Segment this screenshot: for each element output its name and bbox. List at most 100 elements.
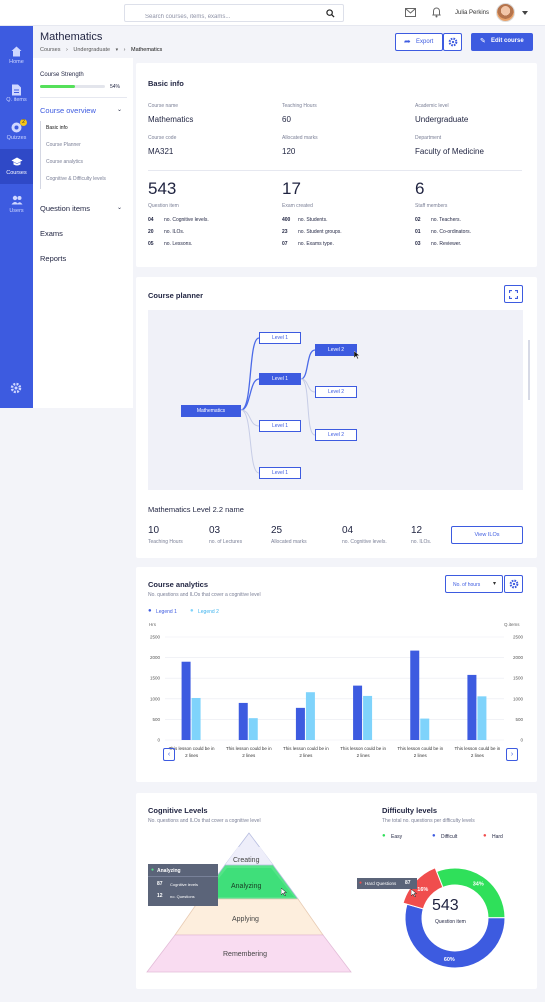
x-tick-label: 2 lines	[242, 753, 256, 758]
card-title: Basic info	[148, 79, 184, 88]
document-icon	[12, 84, 21, 96]
export-button[interactable]: ➦ Export	[395, 33, 443, 51]
sidebar-settings[interactable]	[0, 376, 33, 409]
sidebar-item-home[interactable]: Home	[0, 38, 33, 71]
bar-2	[420, 718, 430, 740]
legend-label[interactable]: Easy	[391, 834, 402, 840]
planner-canvas[interactable]: Mathematics Level 1 Level 1 Level 1 Leve…	[148, 310, 530, 490]
chevron-down-icon[interactable]: ▾	[116, 47, 119, 53]
y-tick-label-right: 0	[520, 738, 523, 743]
breadcrumb-item[interactable]: Courses	[40, 47, 60, 53]
planner-node[interactable]: Level 1	[259, 420, 301, 432]
chart-prev-button[interactable]: ‹	[163, 748, 175, 761]
edit-course-button[interactable]: ✎ Edit course	[471, 33, 533, 51]
analytics-settings-button[interactable]	[504, 575, 523, 593]
planner-node-active[interactable]: Level 1	[259, 373, 301, 385]
field-label: Course name	[148, 103, 179, 109]
planner-node-selected[interactable]: Level 2	[315, 344, 357, 356]
hours-dropdown[interactable]: No. of hours ▾	[445, 575, 503, 593]
bar-2	[477, 696, 487, 740]
user-name[interactable]: Julia Perkins	[455, 10, 489, 16]
nav-reports[interactable]: Reports	[40, 254, 66, 263]
planner-node[interactable]: Level 1	[259, 467, 301, 479]
legend-label[interactable]: Hard	[492, 834, 503, 840]
course-planner-card: Course planner Mathematics Level 1 Level…	[136, 277, 537, 558]
bell-icon[interactable]	[432, 7, 441, 18]
sidebar-item-label: Courses	[6, 170, 27, 176]
overview-item-basic-info[interactable]: Basic info	[46, 125, 68, 131]
legend-dot: ●	[190, 608, 194, 614]
chevron-down-icon[interactable]: ⌄	[117, 106, 122, 113]
y-tick-label-left: 2500	[150, 635, 161, 640]
view-ilos-button[interactable]: View ILOs	[451, 526, 523, 544]
planner-node-root[interactable]: Mathematics	[181, 405, 241, 417]
sidebar: Home Q. items 2 Quizzes Courses Users	[0, 26, 33, 408]
top-bar: Julia Perkins	[0, 0, 545, 26]
field-label: Allocated marks	[282, 135, 318, 141]
settings-button[interactable]	[443, 33, 462, 51]
field-value: 60	[282, 115, 291, 124]
breadcrumb-item[interactable]: Undergraduate	[73, 47, 110, 53]
x-tick-label: This lesson could be in	[283, 746, 329, 751]
breadcrumb: Courses › Undergraduate ▾ › Mathematics	[40, 47, 162, 53]
stat-staff: 6 Staff members 02 no. Teachers. 01 no. Co…	[415, 179, 472, 247]
planner-node[interactable]: Level 2	[315, 429, 357, 441]
y-tick-label-left: 500	[152, 717, 160, 722]
sidebar-item-users[interactable]: Users	[0, 187, 33, 220]
legend-dot: ●	[148, 608, 152, 614]
planner-node[interactable]: Level 2	[315, 386, 357, 398]
bar-2	[191, 697, 201, 740]
pencil-icon: ✎	[480, 38, 486, 45]
overview-item-course-analytics[interactable]: Course analytics	[46, 159, 83, 165]
scrollbar[interactable]	[528, 340, 530, 400]
donut-slice-label: 16%	[417, 887, 428, 893]
divider	[40, 97, 127, 98]
chevron-down-icon[interactable]: ⌄	[117, 204, 122, 211]
y-tick-label-right: 1000	[513, 696, 524, 701]
field-value: MA321	[148, 147, 174, 156]
bar-1	[353, 685, 363, 740]
sidebar-item-q-items[interactable]: Q. items	[0, 76, 33, 109]
bar-1	[181, 661, 191, 740]
tooltip-dot: ●	[359, 880, 363, 886]
y-tick-label-right: 2000	[513, 655, 524, 660]
overview-item-course-planner[interactable]: Course Planner	[46, 142, 81, 148]
gear-icon	[10, 382, 22, 394]
course-analytics-card: Course analytics No. questions and ILOs …	[136, 567, 537, 782]
legend-label[interactable]: Difficult	[441, 834, 457, 840]
page-title: Mathematics	[40, 31, 103, 43]
cursor-icon	[354, 351, 360, 359]
difficulty-legend: ● Easy ● Difficult ● Hard	[382, 833, 512, 843]
pyramid-label: Creating	[233, 857, 260, 864]
pyramid-label: Applying	[232, 916, 259, 923]
card-title: Course planner	[148, 291, 204, 300]
sidebar-item-courses[interactable]: Courses	[0, 149, 33, 184]
legend-label[interactable]: Legend 1	[156, 609, 177, 615]
course-overview-toggle[interactable]: Course overview	[40, 106, 96, 115]
planner-node[interactable]: Level 1	[259, 332, 301, 344]
search-box[interactable]	[124, 4, 344, 25]
gear-icon	[509, 579, 519, 589]
fullscreen-button[interactable]	[504, 285, 523, 303]
chart-next-button[interactable]: ›	[506, 748, 518, 761]
legend-label[interactable]: Legend 2	[198, 609, 219, 615]
donut-center	[423, 886, 487, 950]
chevron-down-icon[interactable]	[522, 11, 528, 15]
avatar[interactable]	[496, 3, 515, 22]
field-label: Teaching Hours	[282, 103, 317, 109]
bar-1	[467, 674, 477, 740]
course-strength-fill	[40, 85, 76, 88]
nav-exams[interactable]: Exams	[40, 229, 63, 238]
course-nav-panel: Course Strength 54% Course overview ⌄ Ba…	[33, 58, 133, 408]
pyramid-label: Remembering	[223, 951, 267, 958]
course-strength-bar	[40, 85, 105, 88]
y-axis-unit-right: Q.items	[504, 622, 520, 627]
sidebar-item-quizzes[interactable]: 2 Quizzes	[0, 114, 33, 147]
nav-question-items[interactable]: Question items	[40, 204, 90, 213]
share-icon: ➦	[404, 37, 411, 46]
divider	[148, 170, 522, 171]
search-icon[interactable]	[326, 9, 335, 18]
mail-icon[interactable]	[405, 8, 416, 17]
search-input[interactable]	[125, 9, 315, 25]
overview-item-cognitive-difficulty[interactable]: Cognitive & Difficulty levels	[46, 176, 106, 182]
